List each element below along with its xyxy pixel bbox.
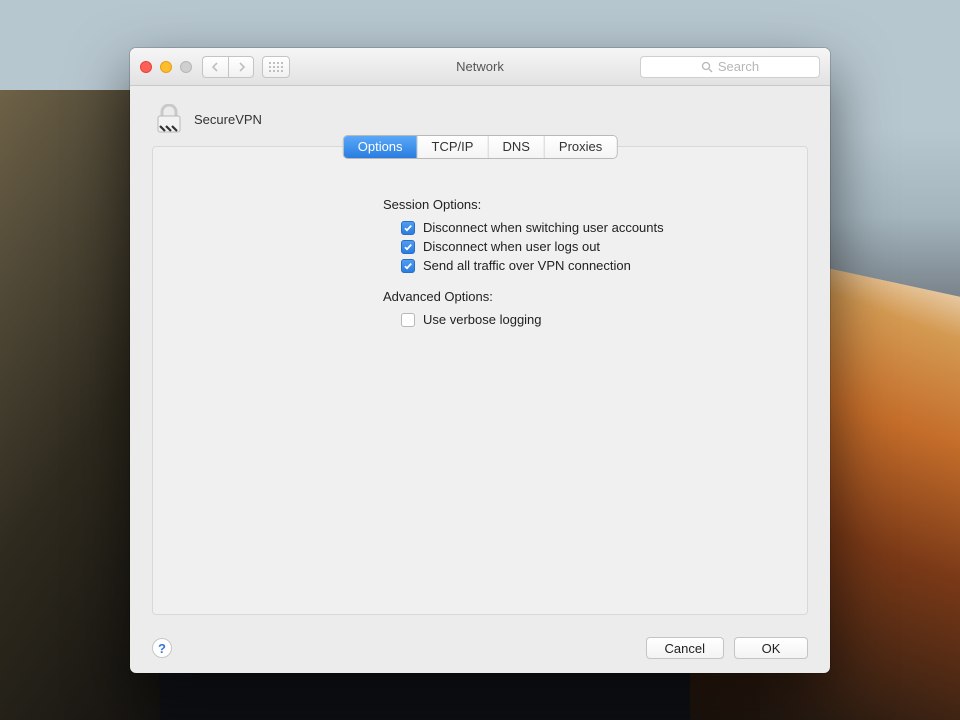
search-placeholder: Search xyxy=(718,59,759,74)
checkbox-send-all-traffic[interactable] xyxy=(401,259,415,273)
tab-options[interactable]: Options xyxy=(344,136,418,158)
search-icon xyxy=(701,61,713,73)
nav-buttons xyxy=(202,56,254,78)
close-button[interactable] xyxy=(140,61,152,73)
help-button[interactable]: ? xyxy=(152,638,172,658)
tab-bar: Options TCP/IP DNS Proxies xyxy=(344,136,617,158)
traffic-lights xyxy=(140,61,192,73)
tab-tcpip[interactable]: TCP/IP xyxy=(418,136,489,158)
option-label: Send all traffic over VPN connection xyxy=(423,258,631,273)
window-footer: ? Cancel OK xyxy=(130,627,830,673)
settings-pane: Options TCP/IP DNS Proxies Session Optio… xyxy=(152,146,808,615)
option-disconnect-switch-user[interactable]: Disconnect when switching user accounts xyxy=(401,220,787,235)
vpn-name: SecureVPN xyxy=(194,112,262,127)
option-verbose-logging[interactable]: Use verbose logging xyxy=(401,312,787,327)
option-send-all-traffic[interactable]: Send all traffic over VPN connection xyxy=(401,258,787,273)
tab-proxies[interactable]: Proxies xyxy=(545,136,616,158)
session-options-label: Session Options: xyxy=(383,197,787,212)
option-label: Disconnect when switching user accounts xyxy=(423,220,664,235)
option-disconnect-logout[interactable]: Disconnect when user logs out xyxy=(401,239,787,254)
lock-icon xyxy=(156,104,182,134)
vpn-header: SecureVPN xyxy=(156,104,808,134)
option-label: Use verbose logging xyxy=(423,312,542,327)
titlebar: Network Search xyxy=(130,48,830,86)
search-input[interactable]: Search xyxy=(640,56,820,78)
preferences-window: Network Search SecureVPN xyxy=(130,48,830,673)
checkbox-disconnect-logout[interactable] xyxy=(401,240,415,254)
back-button[interactable] xyxy=(202,56,228,78)
cancel-button[interactable]: Cancel xyxy=(646,637,724,659)
options-content: Session Options: Disconnect when switchi… xyxy=(383,197,787,327)
window-body: SecureVPN Options TCP/IP DNS Proxies Ses… xyxy=(130,86,830,627)
show-all-button[interactable] xyxy=(262,56,290,78)
tab-dns[interactable]: DNS xyxy=(488,136,544,158)
advanced-options-label: Advanced Options: xyxy=(383,289,787,304)
checkbox-verbose-logging[interactable] xyxy=(401,313,415,327)
minimize-button[interactable] xyxy=(160,61,172,73)
forward-button[interactable] xyxy=(228,56,254,78)
checkbox-disconnect-switch-user[interactable] xyxy=(401,221,415,235)
option-label: Disconnect when user logs out xyxy=(423,239,600,254)
maximize-button xyxy=(180,61,192,73)
ok-button[interactable]: OK xyxy=(734,637,808,659)
